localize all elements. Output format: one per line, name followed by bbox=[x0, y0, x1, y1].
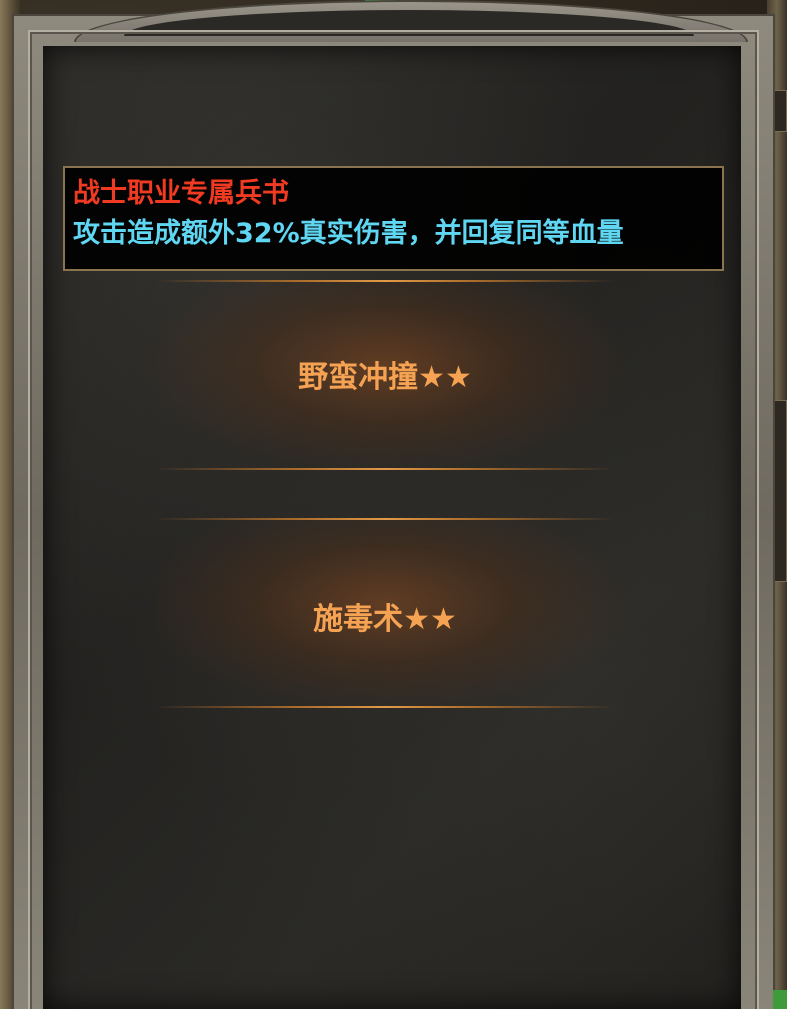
slot-divider bbox=[155, 518, 615, 520]
status-strip bbox=[773, 990, 787, 1009]
slot-divider bbox=[155, 706, 615, 708]
skill-label: 野蛮冲撞★★ bbox=[155, 352, 615, 396]
skill-slot-2[interactable]: 施毒术★★ bbox=[155, 518, 615, 708]
slot-divider bbox=[155, 280, 615, 282]
tooltip-title: 战士职业专属兵书 bbox=[73, 178, 289, 209]
skill-name: 野蛮冲撞 bbox=[298, 360, 419, 395]
skill-slot-1[interactable]: 野蛮冲撞★★ bbox=[155, 280, 615, 470]
game-window: 战士职业专属兵书 攻击造成额外32%真实伤害，并回复同等血量 野蛮冲撞★★ 施毒… bbox=[0, 0, 787, 1009]
star-rating-icon: ★★ bbox=[418, 360, 472, 395]
skill-name: 施毒术 bbox=[313, 602, 404, 637]
slot-divider bbox=[155, 468, 615, 470]
star-rating-icon: ★★ bbox=[403, 602, 457, 637]
skill-label: 施毒术★★ bbox=[155, 594, 615, 638]
tooltip-description: 攻击造成额外32%真实伤害，并回复同等血量 bbox=[73, 218, 624, 249]
item-tooltip: 战士职业专属兵书 攻击造成额外32%真实伤害，并回复同等血量 bbox=[63, 166, 724, 271]
